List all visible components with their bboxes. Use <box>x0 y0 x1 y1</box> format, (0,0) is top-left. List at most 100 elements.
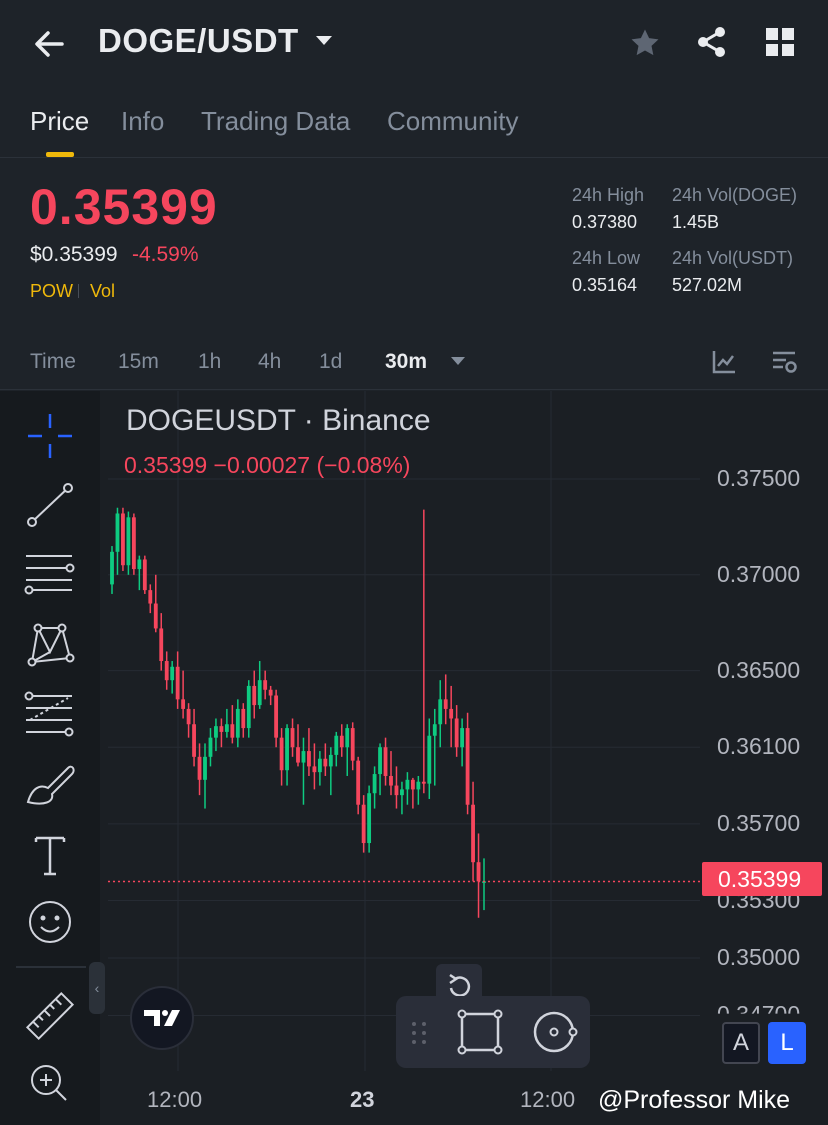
log-scale-button[interactable]: L <box>768 1022 806 1064</box>
candle-body <box>279 737 284 771</box>
trend-line-icon[interactable] <box>22 478 78 534</box>
candle-body <box>290 728 295 748</box>
candle-body <box>427 735 432 784</box>
low-value: 0.35164 <box>572 275 638 295</box>
chevron-down-icon[interactable] <box>316 36 332 45</box>
last-price-badge: 0.35399 <box>702 862 822 896</box>
candle-body <box>126 517 131 566</box>
chart-ohlc-line: 0.35399 −0.00027 (−0.08%) <box>124 452 411 478</box>
high-value: 0.37380 <box>572 212 638 232</box>
usd-price: $0.35399 <box>30 243 118 266</box>
star-icon[interactable] <box>628 26 662 65</box>
tab-price[interactable]: Price <box>30 106 89 137</box>
candle-body <box>208 737 213 757</box>
crosshair-icon[interactable] <box>22 408 78 464</box>
drag-handle-icon <box>412 1022 426 1044</box>
y-tick-label: 0.35700 <box>717 809 801 836</box>
tag-vol[interactable]: Vol <box>90 281 115 302</box>
candle-body <box>252 685 257 706</box>
fib-retracement-icon[interactable] <box>22 688 78 744</box>
back-arrow-icon[interactable] <box>30 24 70 64</box>
candle-body <box>274 695 279 738</box>
candle-body <box>263 680 268 690</box>
candle-body <box>317 758 322 773</box>
candle-body <box>197 756 202 780</box>
candle-body <box>301 751 306 763</box>
auto-scale-button[interactable]: A <box>722 1022 760 1064</box>
candle-body <box>268 689 273 696</box>
circle-tool-icon <box>533 1011 578 1053</box>
floating-toolbar <box>396 996 590 1068</box>
vol-base-value: 1.45B <box>672 212 720 232</box>
tag-divider <box>78 284 79 298</box>
vol-base-label: 24h Vol(DOGE) <box>672 185 798 205</box>
share-icon[interactable] <box>694 24 730 65</box>
vol-quote-value: 527.02M <box>672 275 743 295</box>
candle-body <box>449 708 454 719</box>
timeframe-1h[interactable]: 1h <box>198 350 221 374</box>
candle-body <box>432 724 437 736</box>
candle-body <box>400 789 404 796</box>
candle-body <box>214 726 218 738</box>
candle-body <box>443 699 448 709</box>
candle-body <box>137 559 142 570</box>
candle-body <box>192 724 196 757</box>
candle-body <box>307 751 311 767</box>
candle-body <box>142 559 147 591</box>
chevron-left-icon[interactable]: ‹ <box>89 962 105 1014</box>
ruler-icon[interactable] <box>22 988 78 1044</box>
timeframe-1d[interactable]: 1d <box>319 350 342 374</box>
candle-body <box>257 680 262 706</box>
tag-pow[interactable]: POW <box>30 281 73 302</box>
low-label: 24h Low <box>572 248 641 268</box>
timeframe-time[interactable]: Time <box>30 350 76 374</box>
tradingview-logo[interactable] <box>130 986 194 1050</box>
candle-body <box>224 724 229 732</box>
candle-body <box>235 708 240 738</box>
change-percent: -4.59% <box>132 243 199 266</box>
tab-info[interactable]: Info <box>121 106 164 137</box>
candle-body <box>476 862 481 882</box>
candle-body <box>361 804 366 844</box>
timeframe-30m[interactable]: 30m <box>385 350 427 374</box>
candle-body <box>323 758 328 767</box>
watermark: @Professor Mike <box>598 1086 791 1114</box>
pattern-icon[interactable] <box>22 618 78 674</box>
candle-body <box>465 728 470 805</box>
y-tick-label: 0.36500 <box>717 656 801 683</box>
y-tick-label: 0.37500 <box>717 465 801 491</box>
candle-body <box>230 724 235 738</box>
candle-body <box>110 551 114 585</box>
settings-icon[interactable] <box>770 348 798 381</box>
candle-body <box>246 685 251 729</box>
horizontal-lines-icon[interactable] <box>22 548 78 604</box>
candle-body <box>175 666 180 700</box>
candle-body <box>454 718 459 748</box>
candle-body <box>339 735 344 748</box>
brush-icon[interactable] <box>22 758 78 814</box>
timeframe-15m[interactable]: 15m <box>118 350 159 374</box>
candle-body <box>312 766 317 773</box>
zoom-in-icon[interactable] <box>22 1054 78 1110</box>
candle-body <box>159 628 164 662</box>
grid-icon[interactable] <box>764 26 796 63</box>
chevron-down-icon[interactable] <box>451 357 465 365</box>
indicator-icon[interactable] <box>710 348 738 381</box>
candle-body <box>186 708 191 725</box>
tab-bar: Price Info Trading Data Community <box>0 100 828 158</box>
candle-body <box>328 754 333 767</box>
candle-body <box>421 781 426 784</box>
high-label: 24h High <box>572 185 645 205</box>
candle-body <box>416 781 421 790</box>
candle-body <box>121 513 125 566</box>
pair-title[interactable]: DOGE/USDT <box>98 22 299 60</box>
text-tool-icon[interactable] <box>22 828 78 884</box>
tab-community[interactable]: Community <box>387 106 518 137</box>
timeframe-4h[interactable]: 4h <box>258 350 281 374</box>
tab-trading-data[interactable]: Trading Data <box>201 106 350 137</box>
select-area-icon <box>457 1009 503 1055</box>
emoji-icon[interactable] <box>22 894 78 950</box>
y-tick-label: 0.36100 <box>717 733 801 760</box>
chart-symbol-label: DOGEUSDT · Binance <box>126 404 431 437</box>
last-price: 0.35399 <box>30 179 218 235</box>
